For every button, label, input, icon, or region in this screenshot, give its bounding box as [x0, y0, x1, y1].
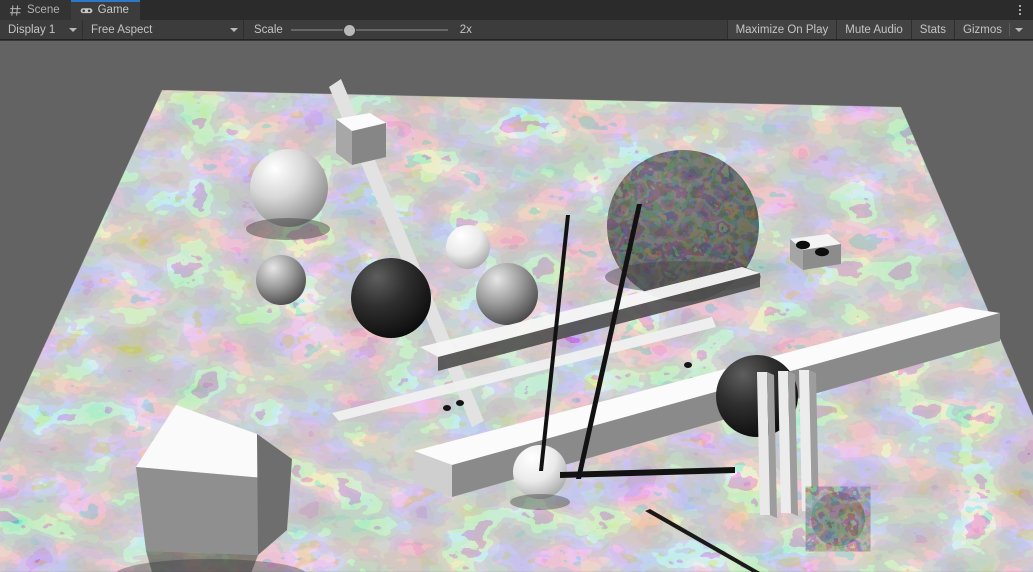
box-with-sockets [790, 234, 841, 270]
tab-scene[interactable]: Scene [0, 0, 71, 20]
gamepad-icon [80, 7, 92, 13]
scale-slider-track [290, 28, 448, 31]
sphere-small-center [513, 445, 567, 499]
toolbar-end-cap [1027, 20, 1033, 39]
aspect-ratio-dropdown[interactable]: Free Aspect [83, 20, 243, 39]
unity-game-view-window: Scene Game Display 1 Free Aspect Scale 2… [0, 0, 1033, 572]
sphere-mid-back [256, 255, 306, 305]
chevron-down-icon [230, 27, 238, 32]
aspect-ratio-dropdown-label: Free Aspect [91, 23, 153, 36]
maximize-on-play-button[interactable]: Maximize On Play [726, 20, 837, 39]
tab-bar: Scene Game [0, 0, 1033, 20]
sphere-small-back [446, 225, 490, 269]
mute-audio-button[interactable]: Mute Audio [836, 20, 911, 39]
grid-icon [9, 4, 21, 16]
gizmos-divider [1009, 23, 1010, 36]
gizmos-label: Gizmos [963, 23, 1002, 36]
scene-render [0, 41, 1033, 572]
more-vertical-icon[interactable] [1007, 0, 1033, 20]
kebab-dot [1019, 13, 1021, 15]
game-viewport[interactable] [0, 41, 1033, 572]
tab-bar-spacer [139, 0, 1007, 20]
gizmos-button[interactable]: Gizmos [954, 20, 1027, 39]
chevron-down-icon [69, 27, 77, 32]
tab-game[interactable]: Game [70, 0, 141, 20]
scale-slider-thumb[interactable] [343, 24, 355, 36]
sphere-large-light [250, 149, 328, 227]
chevron-down-icon[interactable] [1015, 27, 1023, 32]
scale-label: Scale [254, 23, 283, 36]
sphere-mid [476, 263, 538, 325]
shadow-sphere-large-light [246, 218, 330, 240]
display-dropdown-label: Display 1 [8, 23, 56, 36]
sphere-dark-left [351, 258, 431, 338]
shadow-sphere-small-center [510, 494, 570, 510]
maximize-on-play-label: Maximize On Play [735, 23, 829, 36]
cube-small-top [336, 113, 386, 165]
display-dropdown[interactable]: Display 1 [0, 20, 82, 39]
kebab-dot [1019, 5, 1021, 7]
tab-game-label: Game [97, 4, 129, 16]
mute-audio-label: Mute Audio [845, 23, 903, 36]
tab-scene-label: Scene [27, 4, 60, 16]
game-view-toolbar: Display 1 Free Aspect Scale 2x Maximize … [0, 20, 1033, 40]
scale-value: 2x [459, 23, 472, 36]
sphere-textured-br [811, 492, 865, 546]
scale-control-group: Scale 2x [244, 20, 472, 39]
kebab-dot [1019, 9, 1021, 11]
stats-button[interactable]: Stats [910, 20, 955, 39]
stats-label: Stats [919, 23, 947, 36]
scale-slider[interactable] [290, 23, 448, 37]
